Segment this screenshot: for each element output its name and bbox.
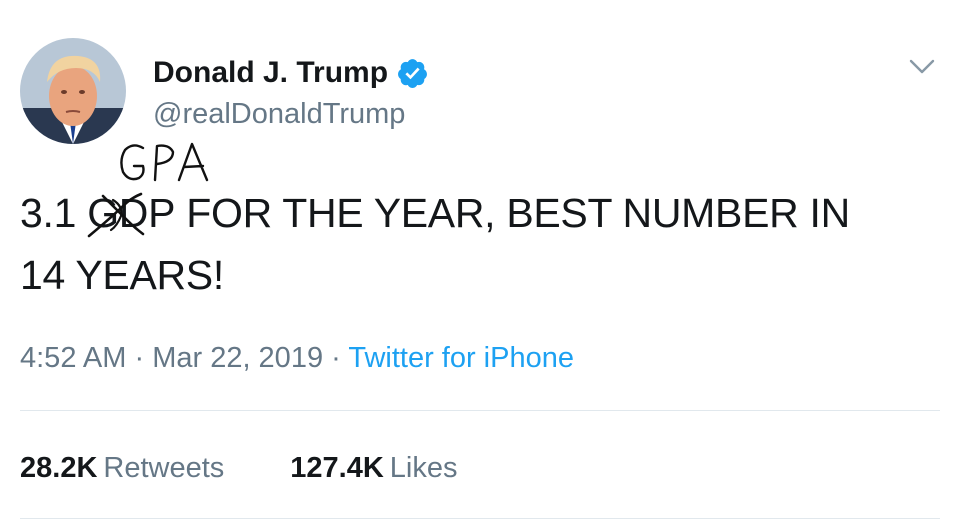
divider [20, 410, 940, 411]
display-name[interactable]: Donald J. Trump [153, 53, 388, 93]
tweet-text-number: 3.1 [20, 190, 77, 236]
handwritten-gpa-annotation [120, 142, 209, 182]
verified-badge-icon [398, 58, 427, 88]
likes-count: 127.4K [290, 452, 384, 484]
tweet-source-link[interactable]: Twitter for iPhone [348, 342, 574, 374]
chevron-down-icon [909, 59, 935, 74]
likes-label: Likes [389, 452, 458, 484]
tweet-meta: 4:52 AM · Mar 22, 2019 · Twitter for iPh… [20, 338, 574, 378]
likes-stat[interactable]: 127.4K Likes [290, 448, 457, 488]
tweet-text-line1-rest: FOR THE YEAR, BEST NUMBER IN [175, 190, 850, 236]
divider [20, 518, 940, 519]
tweet-options-button[interactable] [902, 50, 942, 84]
retweets-count: 28.2K [20, 452, 98, 484]
author-handle[interactable]: @realDonaldTrump [153, 96, 405, 132]
profile-photo-icon [20, 38, 126, 144]
tweet-date[interactable]: Mar 22, 2019 [152, 342, 323, 374]
struck-word-text: GDP [87, 190, 176, 236]
author-name-row: Donald J. Trump [153, 53, 429, 93]
tweet-text-line2: 14 YEARS! [20, 252, 224, 298]
retweets-label: Retweets [103, 452, 225, 484]
meta-separator: · [323, 342, 349, 374]
tweet-stats: 28.2K Retweets 127.4K Likes [20, 448, 458, 488]
meta-separator: · [126, 342, 153, 374]
avatar[interactable] [20, 38, 126, 144]
tweet-time[interactable]: 4:52 AM [20, 342, 126, 374]
struck-word: GDP [87, 182, 175, 244]
tweet-text: 3.1 GDP FOR THE YEAR, BEST NUMBER IN 14 … [20, 182, 945, 306]
retweets-stat[interactable]: 28.2K Retweets [20, 448, 224, 488]
